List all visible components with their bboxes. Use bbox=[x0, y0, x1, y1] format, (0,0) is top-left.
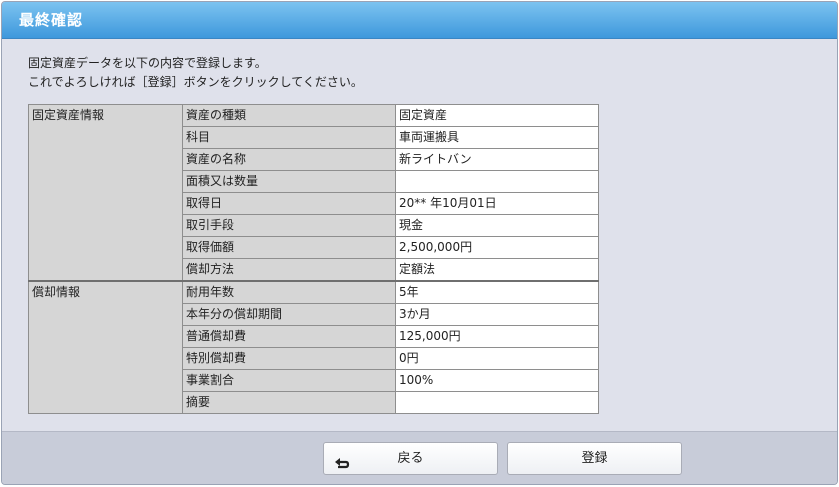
row-value: 固定資産 bbox=[395, 104, 599, 127]
row-label: 取引手段 bbox=[182, 214, 396, 237]
fixed-asset-info-group-label: 固定資産情報 bbox=[28, 104, 183, 282]
row-label: 取得価額 bbox=[182, 236, 396, 259]
dialog-title: 最終確認 bbox=[19, 11, 84, 29]
register-button-label: 登録 bbox=[581, 451, 608, 466]
row-value: 現金 bbox=[395, 214, 599, 237]
row-label: 償却方法 bbox=[182, 258, 396, 282]
row-label: 取得日 bbox=[182, 192, 396, 215]
dialog-content: 固定資産データを以下の内容で登録します。 これでよろしければ［登録］ボタンをクリ… bbox=[2, 39, 837, 431]
row-label: 科目 bbox=[182, 126, 396, 149]
confirmation-message: 固定資産データを以下の内容で登録します。 これでよろしければ［登録］ボタンをクリ… bbox=[28, 54, 363, 92]
row-value: 3か月 bbox=[395, 303, 599, 326]
depreciation-info-group-label: 償却情報 bbox=[28, 280, 183, 414]
row-value: 0円 bbox=[395, 347, 599, 370]
message-line-1: 固定資産データを以下の内容で登録します。 bbox=[28, 56, 267, 70]
back-button-label: 戻る bbox=[397, 451, 424, 466]
row-value: 125,000円 bbox=[395, 325, 599, 348]
row-label: 耐用年数 bbox=[182, 280, 396, 304]
row-label: 事業割合 bbox=[182, 369, 396, 392]
row-label: 本年分の償却期間 bbox=[182, 303, 396, 326]
row-value: 定額法 bbox=[395, 258, 599, 282]
row-value: 20** 年10月01日 bbox=[395, 192, 599, 215]
final-confirmation-dialog: 最終確認 固定資産データを以下の内容で登録します。 これでよろしければ［登録］ボ… bbox=[1, 1, 838, 485]
table-row: 償却情報 耐用年数 5年 bbox=[28, 280, 599, 414]
row-label: 面積又は数量 bbox=[182, 170, 396, 193]
row-label: 摘要 bbox=[182, 391, 396, 414]
table-row: 固定資産情報 資産の種類 固定資産 bbox=[28, 104, 599, 282]
row-value: 100% bbox=[395, 369, 599, 392]
dialog-footer: 戻る 登録 bbox=[2, 431, 837, 484]
back-button[interactable]: 戻る bbox=[323, 442, 498, 475]
row-value: 車両運搬具 bbox=[395, 126, 599, 149]
row-value: 新ライトバン bbox=[395, 148, 599, 171]
dialog-title-bar: 最終確認 bbox=[2, 2, 837, 39]
return-arrow-icon bbox=[334, 452, 350, 469]
message-line-2: これでよろしければ［登録］ボタンをクリックしてください。 bbox=[28, 75, 363, 89]
row-label: 資産の名称 bbox=[182, 148, 396, 171]
row-label: 特別償却費 bbox=[182, 347, 396, 370]
row-value: 5年 bbox=[395, 280, 599, 304]
asset-summary-table: 固定資産情報 資産の種類 固定資産 科目 車両運搬具 資産の名称 新ライトバン … bbox=[28, 104, 599, 414]
row-label: 普通償却費 bbox=[182, 325, 396, 348]
register-button[interactable]: 登録 bbox=[507, 442, 682, 475]
row-value bbox=[395, 170, 599, 193]
row-label: 資産の種類 bbox=[182, 104, 396, 127]
row-value: 2,500,000円 bbox=[395, 236, 599, 259]
row-value bbox=[395, 391, 599, 414]
